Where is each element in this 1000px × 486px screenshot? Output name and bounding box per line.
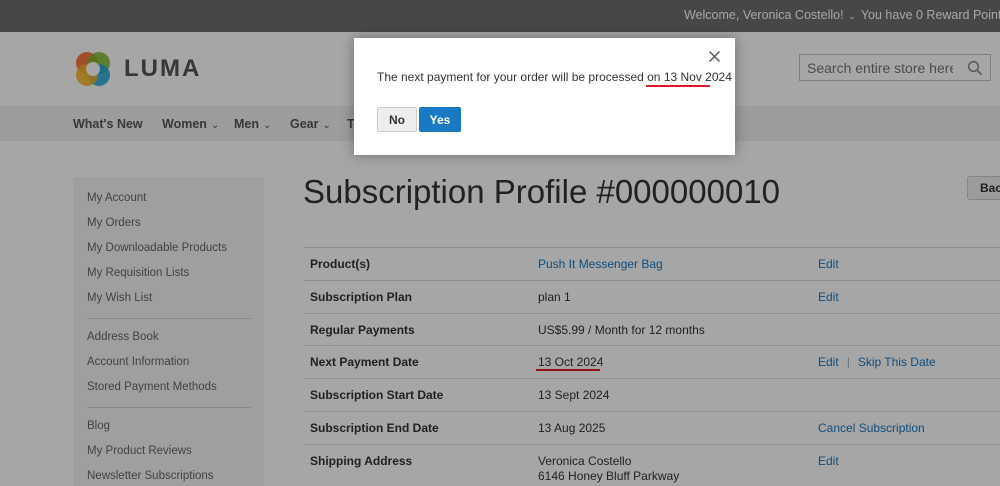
- confirmation-modal: The next payment for your order will be …: [354, 38, 735, 155]
- modal-message-text: The next payment for your order will be …: [377, 70, 664, 84]
- yes-button[interactable]: Yes: [419, 107, 461, 132]
- highlight-underline: [646, 85, 710, 87]
- no-button[interactable]: No: [377, 107, 417, 132]
- close-icon[interactable]: [708, 50, 721, 63]
- modal-message: The next payment for your order will be …: [377, 70, 732, 84]
- modal-new-date: 13 Nov 2024: [663, 70, 732, 84]
